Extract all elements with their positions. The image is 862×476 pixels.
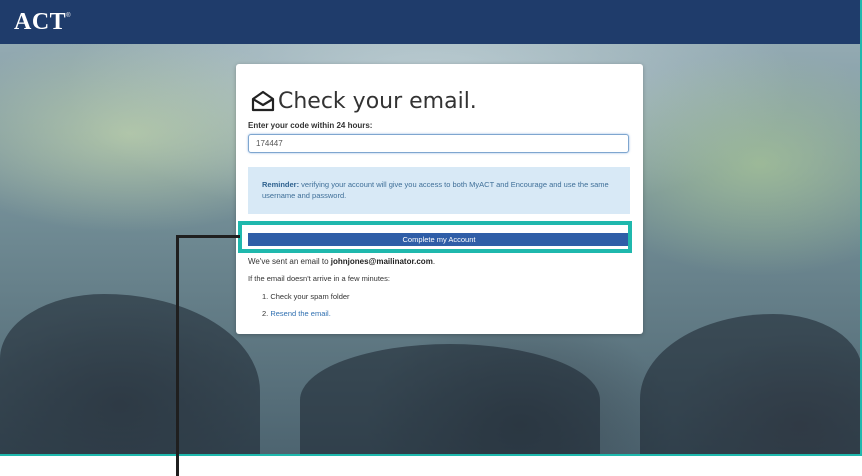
crowd-silhouette-right [640, 314, 860, 454]
reminder-notice: Reminder: verifying your account will gi… [248, 167, 630, 214]
sent-email-address: johnjones@mailinator.com [330, 257, 433, 266]
sent-suffix: . [432, 257, 436, 266]
highlight-annotation-box [238, 221, 632, 253]
verification-code-input[interactable] [248, 134, 629, 153]
email-delay-hint: If the email doesn't arrive in a few min… [248, 274, 390, 283]
logo-text: ACT [14, 9, 67, 35]
envelope-open-icon [251, 90, 275, 112]
card-title-row: Check your email. [250, 84, 477, 118]
page-title: Check your email. [278, 88, 477, 114]
crowd-silhouette-center [300, 344, 600, 454]
code-field-label: Enter your code within 24 hours: [248, 121, 373, 130]
callout-line-vertical [176, 235, 179, 476]
reminder-label: Reminder: [262, 180, 300, 189]
email-sent-message: We've sent an email to johnjones@mailina… [248, 257, 435, 266]
reminder-text: verifying your account will give you acc… [262, 180, 609, 200]
logo-registered-mark: ® [66, 13, 72, 19]
resend-email-link[interactable]: Resend the email [270, 309, 328, 318]
step-resend-suffix: . [328, 309, 331, 318]
verify-email-card: Check your email. Enter your code within… [236, 64, 643, 334]
step-check-spam: 1. Check your spam folder [262, 292, 350, 301]
crowd-silhouette-left [0, 294, 260, 454]
step-resend: 2. Resend the email. [262, 309, 331, 318]
site-header: ACT® [0, 0, 860, 44]
app-frame: ACT® Check your email. Enter your code w… [0, 0, 862, 456]
callout-line-horizontal [176, 235, 240, 238]
sent-prefix: We've sent an email to [248, 257, 331, 266]
act-logo[interactable]: ACT® [14, 9, 71, 36]
